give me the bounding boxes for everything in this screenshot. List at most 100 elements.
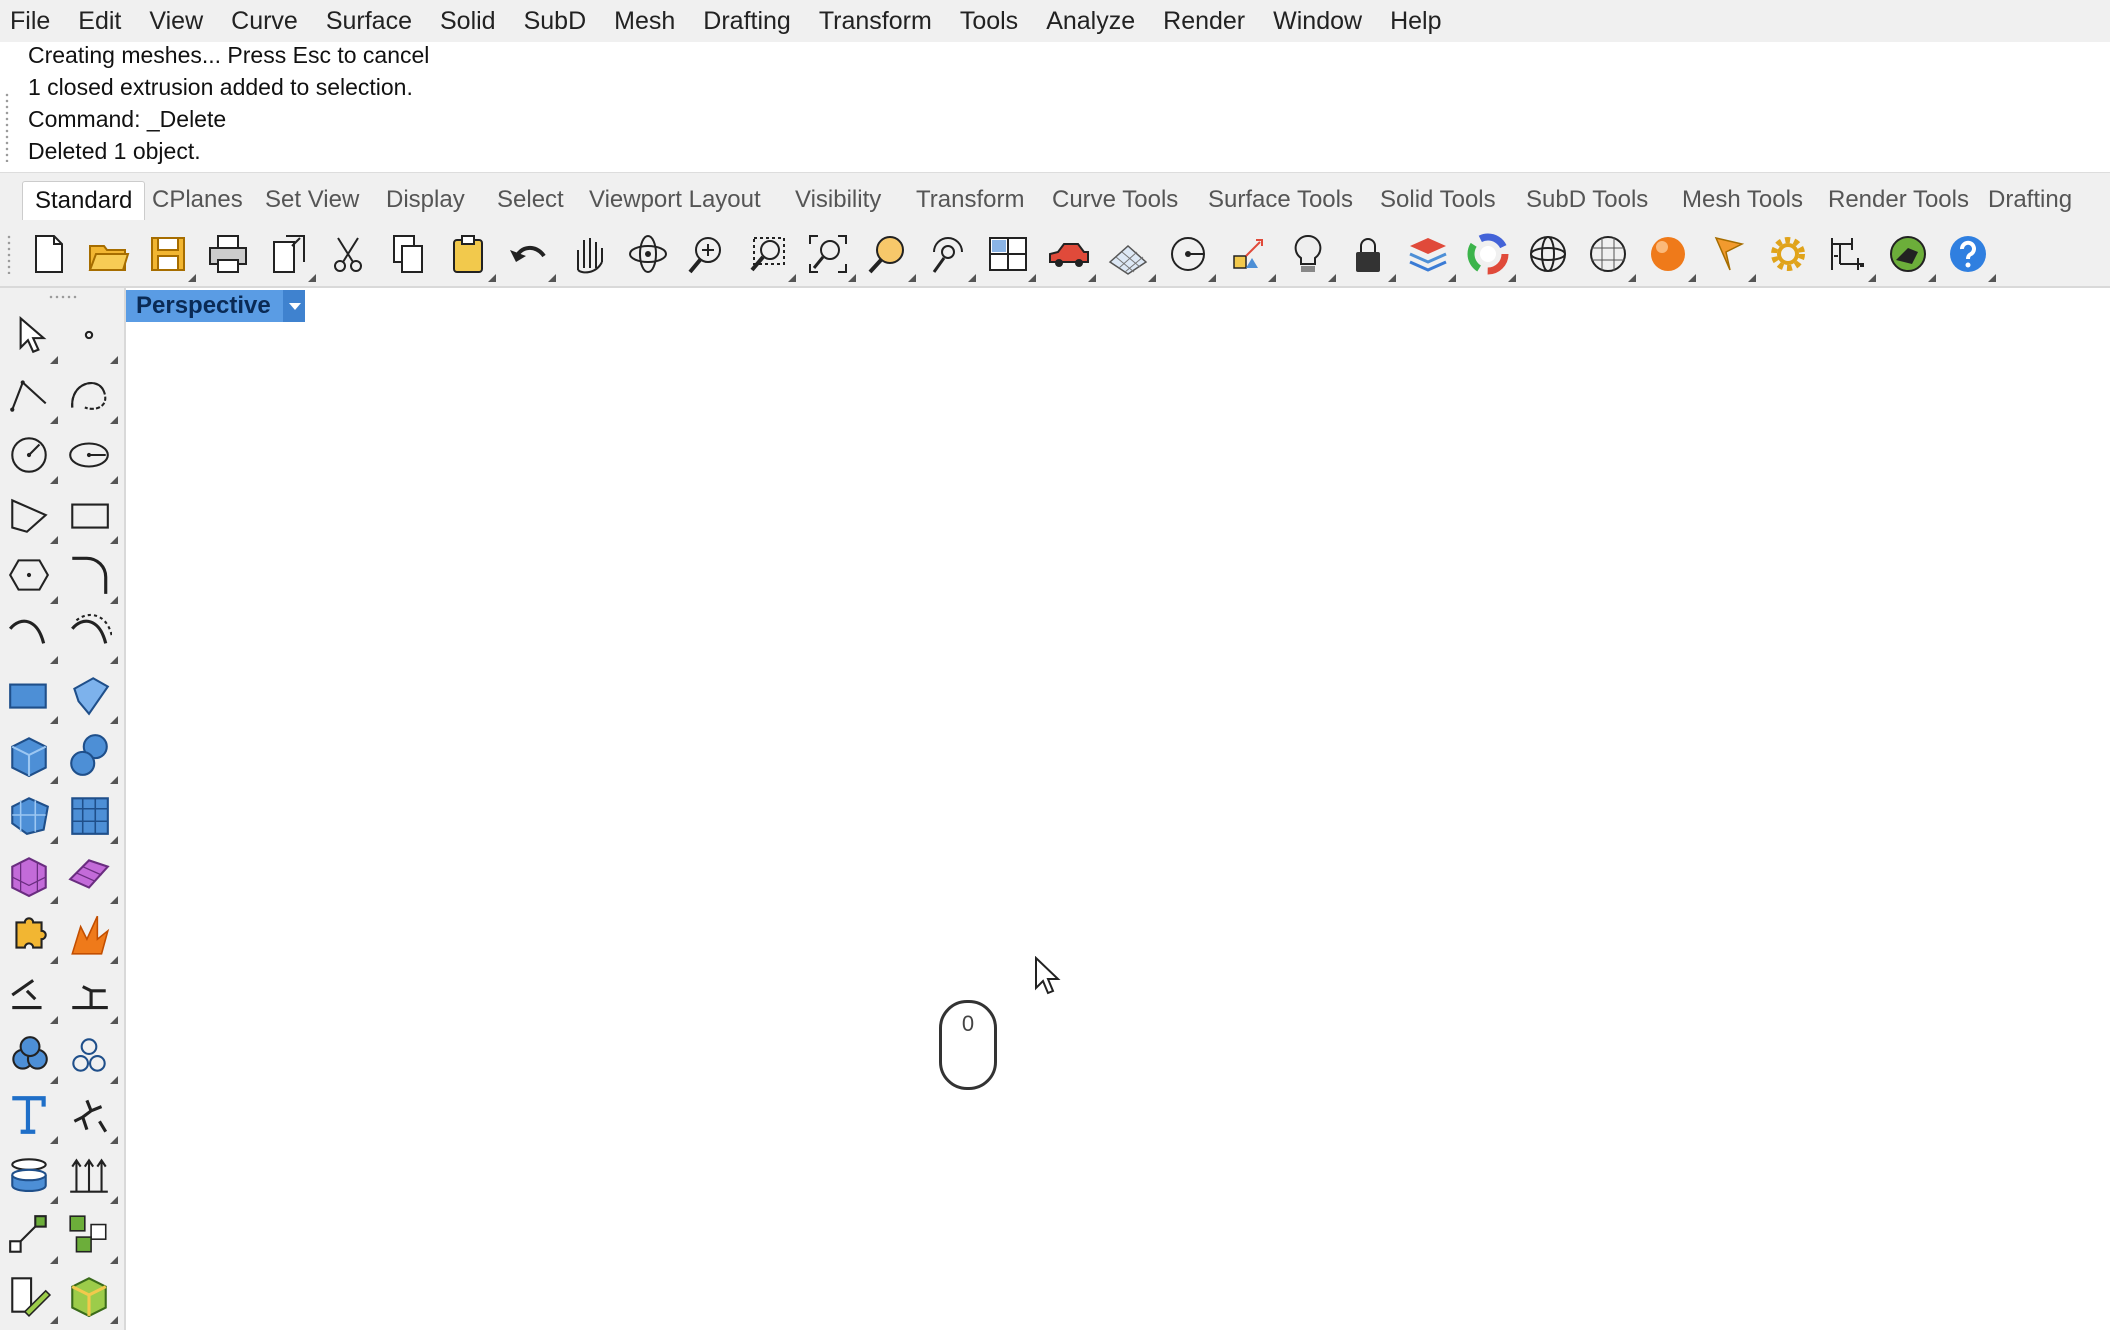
four-viewports-icon[interactable] (986, 232, 1036, 282)
flyout-indicator[interactable] (50, 716, 58, 724)
dimension-icon[interactable] (1826, 232, 1876, 282)
flyout-indicator[interactable] (110, 1136, 118, 1144)
import-export-icon[interactable] (266, 232, 316, 282)
tab-viewport-layout[interactable]: Viewport Layout (589, 181, 761, 221)
flyout-indicator[interactable] (968, 274, 976, 282)
flyout-indicator[interactable] (1988, 274, 1996, 282)
menu-window[interactable]: Window (1259, 0, 1376, 42)
drag-grip[interactable] (4, 92, 10, 162)
flyout-indicator[interactable] (50, 1316, 58, 1324)
properties-flag-icon[interactable] (1706, 232, 1756, 282)
flyout-indicator[interactable] (50, 1196, 58, 1204)
transform-icon[interactable] (6, 1212, 58, 1264)
menu-subd[interactable]: SubD (510, 0, 601, 42)
flyout-indicator[interactable] (488, 274, 496, 282)
point-icon[interactable] (66, 312, 118, 364)
flyout-indicator[interactable] (110, 1256, 118, 1264)
light-bulb-icon[interactable] (1286, 232, 1336, 282)
flyout-indicator[interactable] (1508, 274, 1516, 282)
wireframe-sphere-icon[interactable] (1526, 232, 1570, 276)
save-icon[interactable] (146, 232, 196, 282)
flyout-indicator[interactable] (308, 274, 316, 282)
fillet-curve-icon[interactable] (66, 552, 118, 604)
select-arrow-icon[interactable] (6, 312, 58, 364)
move-figure-icon[interactable] (66, 1092, 118, 1144)
menu-surface[interactable]: Surface (312, 0, 426, 42)
layer-icon[interactable] (1406, 232, 1456, 282)
flyout-indicator[interactable] (50, 1256, 58, 1264)
tab-visibility[interactable]: Visibility (795, 181, 881, 221)
tab-standard[interactable]: Standard (22, 181, 146, 222)
flyout-indicator[interactable] (110, 1016, 118, 1024)
explode-icon[interactable] (66, 912, 118, 964)
flyout-indicator[interactable] (110, 356, 118, 364)
flyout-indicator[interactable] (110, 776, 118, 784)
flyout-indicator[interactable] (110, 956, 118, 964)
grasshopper-icon[interactable] (1886, 232, 1936, 282)
flyout-indicator[interactable] (50, 956, 58, 964)
rotate-view-icon[interactable] (626, 232, 670, 276)
twisted-surface-icon[interactable] (66, 852, 118, 904)
array-icon[interactable] (66, 1152, 118, 1204)
flyout-indicator[interactable] (1928, 274, 1936, 282)
flyout-indicator[interactable] (1328, 274, 1336, 282)
print-icon[interactable] (206, 232, 250, 276)
flyout-indicator[interactable] (50, 356, 58, 364)
tab-display[interactable]: Display (386, 181, 465, 221)
zoom-selected-icon[interactable] (866, 232, 916, 282)
curve-icon[interactable] (66, 372, 118, 424)
tab-transform[interactable]: Transform (916, 181, 1024, 221)
menu-render[interactable]: Render (1149, 0, 1259, 42)
flyout-indicator[interactable] (110, 476, 118, 484)
flyout-indicator[interactable] (50, 416, 58, 424)
flyout-indicator[interactable] (110, 836, 118, 844)
flyout-indicator[interactable] (1088, 274, 1096, 282)
flyout-indicator[interactable] (1628, 274, 1636, 282)
paste-icon[interactable] (446, 232, 496, 282)
help-icon[interactable] (1946, 232, 1996, 282)
offset-curve-icon[interactable] (66, 612, 118, 664)
tab-mesh-tools[interactable]: Mesh Tools (1682, 181, 1803, 221)
flyout-indicator[interactable] (1688, 274, 1696, 282)
zoom-window-icon[interactable] (746, 232, 796, 282)
flyout-indicator[interactable] (50, 656, 58, 664)
flyout-indicator[interactable] (110, 656, 118, 664)
flyout-indicator[interactable] (110, 536, 118, 544)
menu-curve[interactable]: Curve (217, 0, 312, 42)
circles-icon[interactable] (66, 1032, 118, 1084)
flyout-indicator[interactable] (788, 274, 796, 282)
car-icon[interactable] (1046, 232, 1096, 282)
rendered-sphere-icon[interactable] (1646, 232, 1696, 282)
tab-set-view[interactable]: Set View (265, 181, 359, 221)
flyout-indicator[interactable] (110, 1076, 118, 1084)
flyout-indicator[interactable] (50, 596, 58, 604)
menu-view[interactable]: View (135, 0, 217, 42)
flyout-indicator[interactable] (1448, 274, 1456, 282)
menu-solid[interactable]: Solid (426, 0, 510, 42)
grid-blocks-icon[interactable] (66, 1212, 118, 1264)
menu-file[interactable]: File (0, 0, 64, 42)
tab-curve-tools[interactable]: Curve Tools (1052, 181, 1178, 221)
split-icon[interactable] (6, 972, 58, 1024)
cylinder-icon[interactable] (6, 1152, 58, 1204)
toolbar-grip[interactable] (6, 234, 12, 274)
color-wheel-icon[interactable] (1466, 232, 1516, 282)
tab-surface-tools[interactable]: Surface Tools (1208, 181, 1353, 221)
flyout-indicator[interactable] (50, 1076, 58, 1084)
flyout-indicator[interactable] (50, 476, 58, 484)
flyout-indicator[interactable] (50, 776, 58, 784)
sphere-icon[interactable] (66, 732, 118, 784)
puzzle-icon[interactable] (6, 912, 58, 964)
ellipse-icon[interactable] (66, 432, 118, 484)
settings-gear-icon[interactable] (1766, 232, 1810, 276)
polygon-icon[interactable] (6, 492, 58, 544)
lock-icon[interactable] (1346, 232, 1396, 282)
network-surface-icon[interactable] (66, 792, 118, 844)
viewport-perspective[interactable]: Perspective 0 (126, 288, 2110, 1330)
flyout-indicator[interactable] (188, 274, 196, 282)
flyout-indicator[interactable] (1868, 274, 1876, 282)
patch-surface-icon[interactable] (6, 792, 58, 844)
gumball-icon[interactable] (1226, 232, 1276, 282)
loft-surface-icon[interactable] (66, 672, 118, 724)
circle-icon[interactable] (6, 432, 58, 484)
